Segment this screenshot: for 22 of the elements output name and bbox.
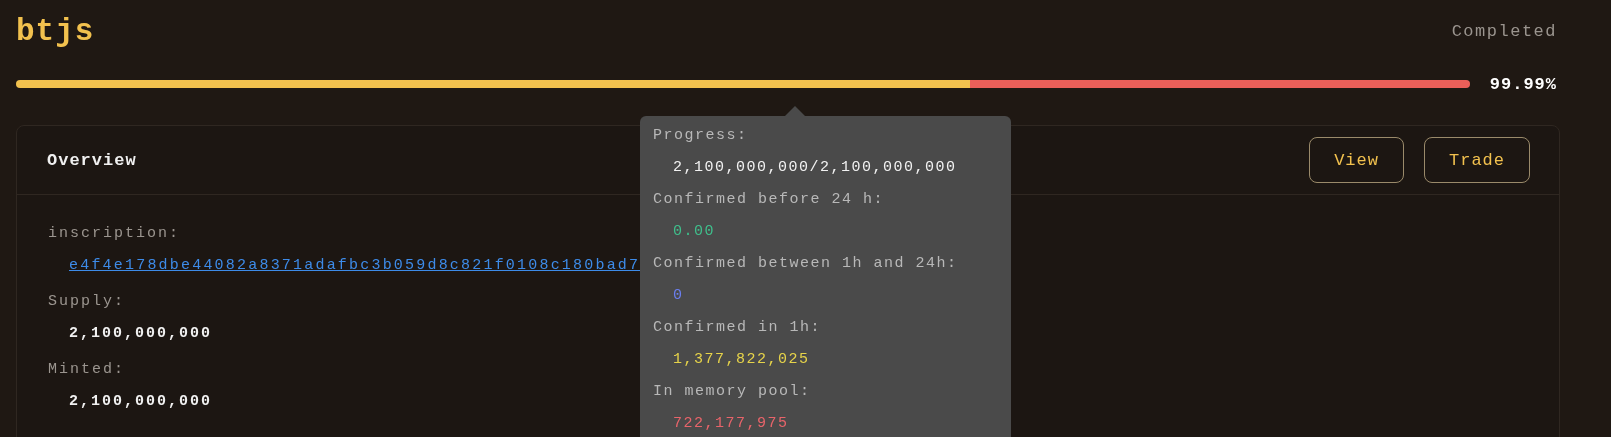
field-value: 2,100,000,000: [69, 392, 213, 412]
card-title: Overview: [47, 150, 137, 170]
tooltip-label: Confirmed in 1h:: [653, 318, 822, 338]
tooltip-value: 722,177,975: [673, 414, 789, 434]
tooltip-value: 0.00: [673, 222, 715, 242]
field-label: Minted:: [48, 360, 125, 380]
field-label: Supply:: [48, 292, 125, 312]
tooltip-label: Progress:: [653, 126, 748, 146]
progress-percent: 99.99%: [1489, 74, 1557, 94]
tooltip-value: 1,377,822,025: [673, 350, 810, 370]
token-title: btjs: [16, 13, 95, 49]
field-label: inscription:: [48, 224, 181, 244]
inscription-link[interactable]: e4f4e178dbe44082a8371adafbc3b059d8c821f0108c180bad7: [69, 255, 641, 291]
field-value: 2,100,000,000: [69, 324, 213, 344]
tooltip-value: 2,100,000,000/2,100,000,000: [673, 158, 957, 178]
trade-button[interactable]: Trade: [1424, 137, 1530, 183]
tooltip-label: Confirmed between 1h and 24h:: [653, 254, 958, 274]
status-label: Completed: [1451, 21, 1557, 41]
tooltip-value: 0: [673, 286, 684, 306]
tooltip-label: Confirmed before 24 h:: [653, 190, 885, 210]
view-button[interactable]: View: [1309, 137, 1404, 183]
tooltip-label: In memory pool:: [653, 382, 811, 402]
